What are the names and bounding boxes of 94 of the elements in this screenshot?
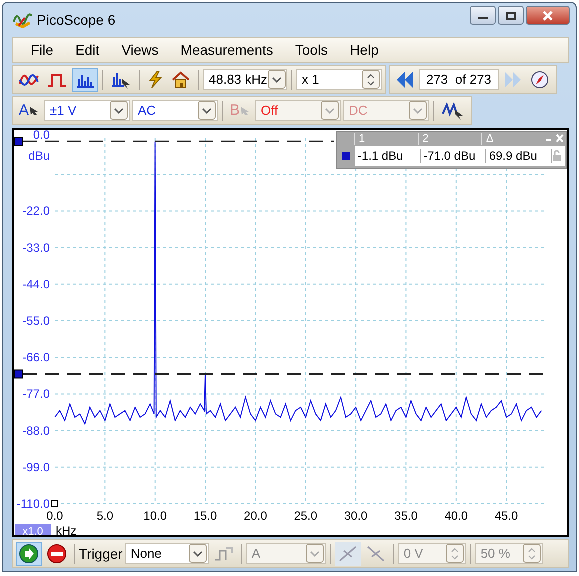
cursor-icon	[240, 106, 250, 116]
zoom-spinner[interactable]: x 1	[296, 69, 382, 90]
menu-item[interactable]: Edit	[76, 42, 100, 58]
table-cell: -71.0 dBu	[420, 149, 486, 163]
menu-item[interactable]: Help	[350, 42, 379, 58]
menu-item[interactable]: File	[31, 42, 54, 58]
origin-marker	[52, 500, 58, 508]
trace-color-icon	[342, 152, 350, 160]
x-axis-label: 5.0	[96, 509, 114, 523]
pretrigger-value: 50 %	[480, 546, 512, 561]
compass-icon	[530, 70, 550, 90]
x-axis-label: 40.0	[444, 509, 468, 523]
trigger-mode-dropdown[interactable]: None	[124, 543, 209, 564]
rising-edge-icon	[338, 544, 358, 562]
x-axis-label: 35.0	[394, 509, 418, 523]
trigger-mode-value: None	[130, 546, 163, 561]
coupling-value: AC	[137, 103, 158, 118]
lightning-icon	[147, 70, 163, 88]
maximize-button[interactable]	[498, 6, 524, 25]
x-axis-label: 30.0	[344, 509, 368, 523]
x-axis-unit: kHz	[56, 524, 77, 535]
y-axis-label: 0.0	[33, 130, 50, 142]
column-header: Δ	[481, 133, 546, 145]
cursor-icon	[29, 106, 40, 116]
y-axis-label: -88.0	[22, 424, 50, 438]
y-axis-label: -33.0	[22, 240, 50, 255]
bar-chart-cursor-icon	[110, 70, 132, 88]
x-axis-label: 10.0	[144, 509, 168, 523]
wave-cursor-icon	[441, 102, 466, 120]
window-title: PicoScope 6	[37, 12, 117, 28]
chevron-down-icon	[325, 108, 336, 114]
spinner-arrows-icon	[365, 72, 377, 88]
threshold-value: 0 V	[402, 546, 424, 561]
frequency-value: 48.83 kHz	[208, 72, 268, 87]
table-cell: 69.9 dBu	[486, 149, 552, 163]
table-cell: -1.1 dBu	[354, 149, 421, 163]
ruler-line[interactable]	[23, 373, 545, 375]
y-axis-label: -55.0	[22, 314, 50, 328]
pulse-icon	[214, 544, 234, 562]
chevron-down-icon	[202, 108, 212, 114]
trigger-label: Trigger	[79, 546, 123, 562]
menu-item[interactable]: Tools	[295, 42, 328, 58]
x-axis-label: 15.0	[194, 509, 218, 523]
chevron-down-icon	[310, 550, 320, 556]
spinner-arrows-icon	[448, 546, 461, 562]
range-value: Off	[260, 103, 280, 118]
zoom-value: x 1	[301, 72, 320, 87]
ruler-line[interactable]	[23, 140, 334, 142]
close-button[interactable]	[526, 6, 570, 25]
spinner-arrows-icon	[526, 546, 538, 562]
falling-edge-icon	[366, 544, 386, 562]
chevron-down-icon	[192, 550, 203, 556]
coupling-dropdown[interactable]: AC	[132, 100, 218, 121]
y-axis-label: -99.0	[22, 460, 50, 474]
maximize-icon	[505, 10, 517, 20]
waveform-icon	[19, 72, 39, 88]
coupling-value: DC	[348, 103, 369, 118]
column-header: 2	[418, 133, 482, 145]
channel-button[interactable]: A	[16, 98, 42, 122]
y-axis-label: -77.0	[22, 387, 50, 402]
double-left-arrow-icon	[396, 70, 414, 90]
chevron-down-icon	[413, 108, 424, 114]
ruler-handle[interactable]	[14, 370, 24, 379]
range-dropdown[interactable]: ±1 V	[44, 100, 130, 121]
menu-item[interactable]: Measurements	[180, 42, 274, 58]
column-header: 1	[354, 133, 418, 145]
view-button[interactable]	[72, 68, 98, 92]
square-wave-icon	[47, 72, 67, 88]
y-axis-label: -44.0	[22, 277, 50, 292]
stop-icon	[47, 544, 67, 564]
buffer-field[interactable]: 273 of 273	[419, 69, 499, 90]
home-icon	[171, 70, 191, 88]
x-axis-label: 20.0	[244, 509, 268, 523]
minimize-button[interactable]	[470, 6, 496, 25]
app-logo-icon	[13, 12, 33, 28]
start-button[interactable]	[16, 542, 42, 566]
y-axis-label: -66.0	[22, 350, 50, 365]
x-axis-label: 25.0	[294, 509, 318, 523]
double-right-arrow-icon	[504, 70, 522, 90]
y-axis-unit: dBu	[28, 149, 50, 163]
ruler-handle[interactable]	[14, 137, 24, 146]
y-axis-label: -22.0	[22, 204, 50, 218]
x-axis-label: 0.0	[46, 509, 64, 523]
y-axis-label: -110.0	[16, 497, 50, 511]
zoom-badge-text: x1.0	[22, 526, 44, 535]
chevron-down-icon	[272, 76, 282, 82]
zoom-badge	[15, 524, 51, 535]
menu-item[interactable]: Views	[122, 42, 159, 58]
close-icon	[542, 10, 554, 20]
frequency-dropdown[interactable]: 48.83 kHz	[203, 69, 287, 90]
source-value: A	[250, 546, 262, 561]
x-axis-label: 45.0	[494, 509, 518, 523]
range-value: ±1 V	[49, 103, 78, 118]
chevron-down-icon	[114, 108, 124, 114]
